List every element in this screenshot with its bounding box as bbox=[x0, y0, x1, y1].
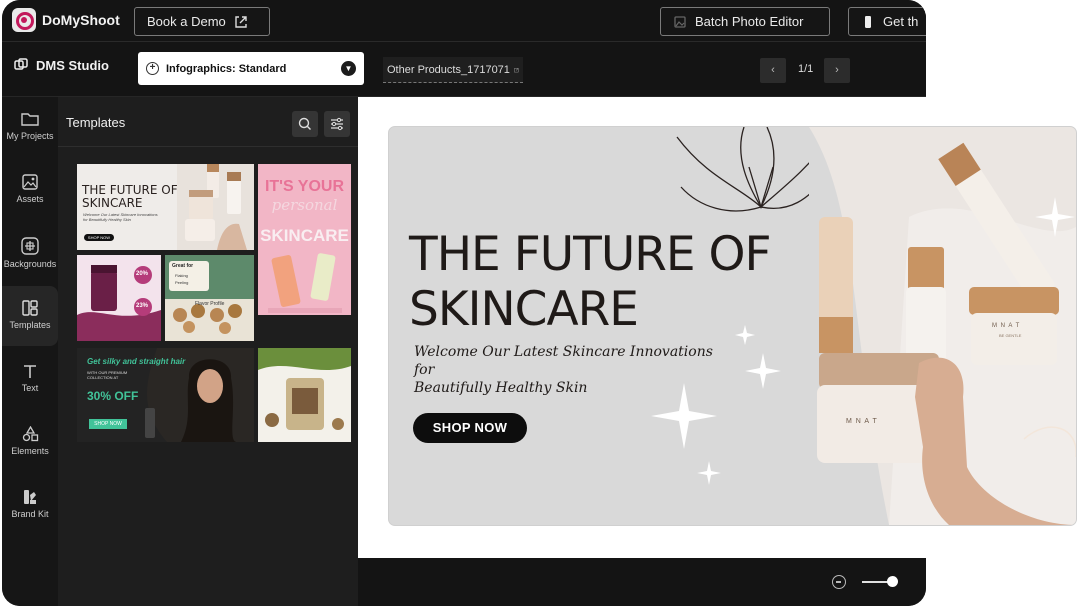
brand-logo[interactable]: DoMyShoot bbox=[12, 8, 120, 32]
thumb4-head: Great for bbox=[172, 263, 194, 269]
sidebar-item-brand-kit[interactable]: Brand Kit bbox=[2, 475, 58, 535]
panel-title: Templates bbox=[66, 115, 126, 130]
banner-headline-line-2: SKINCARE bbox=[409, 282, 639, 337]
filter-icon bbox=[331, 117, 343, 131]
canvas-footer bbox=[358, 558, 926, 606]
search-icon bbox=[298, 117, 311, 130]
sidebar-item-label: Backgrounds bbox=[3, 259, 57, 269]
thumb2-title-line-3: SKINCARE bbox=[260, 226, 349, 245]
page-indicator: 1/1 bbox=[798, 63, 814, 75]
thumb3-graphic bbox=[77, 255, 161, 341]
studio-title: DMS Studio bbox=[14, 58, 109, 73]
banner-subtitle-line-1: Welcome Our Latest Skincare Innovations … bbox=[414, 344, 713, 378]
thumb-title-line-2: SKINCARE bbox=[82, 196, 143, 210]
jar2-brand-label: M N A T bbox=[992, 323, 1021, 329]
thumb5-body: WITH OUR PREMIUM COLLECTION AT bbox=[87, 370, 128, 380]
sidebar-item-label: Templates bbox=[9, 320, 51, 330]
banner-preview[interactable]: M N A T M N A T BE GENTLE THE FUTURE OF … bbox=[389, 127, 1076, 525]
photo-editor-icon bbox=[674, 15, 686, 28]
sidebar-item-label: Assets bbox=[16, 194, 44, 204]
studio-icon bbox=[14, 58, 28, 70]
thumb5-shop-button: SHOP NOW bbox=[89, 419, 127, 429]
template-thumbnail-cookies[interactable]: Great for Flaking Peeling Flavor Profile bbox=[165, 255, 254, 341]
thumb2-product-photo bbox=[268, 253, 342, 313]
flower-illustration bbox=[676, 127, 830, 212]
brand-kit-icon bbox=[24, 490, 36, 504]
sidebar-item-label: Elements bbox=[11, 446, 49, 456]
sidebar-item-label: Brand Kit bbox=[11, 509, 49, 519]
zoom-out-icon[interactable] bbox=[832, 575, 846, 589]
banner-subtitle-line-2: Beautifully Healthy Skin bbox=[414, 380, 588, 396]
thumb-shop-button: SHOP NOW bbox=[84, 234, 114, 241]
template-type-select[interactable]: + Infographics: Standard ▼ bbox=[138, 52, 364, 85]
template-thumbnail-personal-skincare[interactable]: IT'S YOUR personal SKINCARE bbox=[258, 164, 351, 315]
add-circle-icon: + bbox=[146, 62, 159, 75]
thumb-product-photo bbox=[177, 164, 254, 250]
folder-icon bbox=[21, 113, 39, 126]
jar-brand-label: M N A T bbox=[846, 418, 878, 425]
prev-page-button[interactable]: ‹ bbox=[760, 58, 786, 83]
sidebar-item-assets[interactable]: Assets bbox=[2, 160, 58, 220]
shop-now-button[interactable]: SHOP NOW bbox=[413, 413, 527, 443]
elements-icon bbox=[22, 426, 38, 442]
banner-headline: THE FUTURE OF SKINCARE bbox=[409, 227, 839, 337]
phone-icon bbox=[865, 15, 871, 28]
template-thumbnail-skincare[interactable]: THE FUTURE OF SKINCARE Welcome Our Lates… bbox=[77, 164, 254, 250]
thumb2-title-line-1: IT'S YOUR bbox=[264, 178, 345, 195]
sidebar-item-my-projects[interactable]: My Projects bbox=[2, 97, 58, 157]
next-page-button[interactable]: › bbox=[824, 58, 850, 83]
product-name-field[interactable]: Other Products_1717071 bbox=[383, 57, 523, 83]
get-app-button[interactable]: Get th bbox=[848, 7, 926, 36]
sidebar-item-elements[interactable]: Elements bbox=[2, 412, 58, 472]
backgrounds-icon bbox=[21, 237, 39, 255]
thumb4-item-1: Flaking bbox=[175, 273, 188, 278]
batch-photo-editor-button[interactable]: Batch Photo Editor bbox=[660, 7, 830, 36]
zoom-slider-handle[interactable] bbox=[887, 576, 898, 587]
chevron-down-icon: ▼ bbox=[341, 61, 356, 76]
panel-divider bbox=[58, 146, 358, 147]
text-icon bbox=[24, 365, 36, 378]
sidebar-item-label: Text bbox=[21, 383, 39, 393]
banner-headline-line-1: THE FUTURE OF bbox=[409, 227, 772, 282]
template-thumbnail-herbal[interactable] bbox=[258, 348, 351, 442]
batch-photo-editor-label: Batch Photo Editor bbox=[695, 14, 804, 29]
edit-icon[interactable] bbox=[514, 64, 519, 76]
product-name-text: Other Products_1717071 bbox=[387, 63, 510, 76]
image-icon bbox=[22, 174, 38, 190]
sidebar-item-templates[interactable]: Templates bbox=[2, 286, 58, 346]
book-demo-label: Book a Demo bbox=[147, 14, 226, 29]
studio-name: DMS Studio bbox=[36, 58, 109, 73]
templates-panel: Templates THE FUTURE OF SKINCARE Welcome… bbox=[58, 97, 358, 606]
template-thumbnail-supplement[interactable]: 20% 23% bbox=[77, 255, 161, 341]
studio-toolbar: DMS Studio + Infographics: Standard ▼ Ot… bbox=[2, 42, 926, 97]
thumb4-item-2: Peeling bbox=[175, 280, 189, 285]
top-bar: DoMyShoot Book a Demo Batch Photo Editor… bbox=[2, 0, 926, 42]
thumb3-percent-2: 23% bbox=[136, 303, 149, 309]
left-sidebar: My Projects Assets Backgrounds Templates… bbox=[2, 97, 58, 606]
brand-name: DoMyShoot bbox=[42, 12, 120, 28]
banner-subtitle: Welcome Our Latest Skincare Innovations … bbox=[414, 343, 734, 397]
jar2-sub-label: BE GENTLE bbox=[999, 333, 1022, 338]
sidebar-item-backgrounds[interactable]: Backgrounds bbox=[2, 223, 58, 283]
thumb6-graphic bbox=[258, 348, 351, 442]
template-type-value: Infographics: Standard bbox=[166, 62, 287, 75]
thumb5-offer: 30% OFF bbox=[87, 389, 139, 403]
template-search-button[interactable] bbox=[292, 111, 318, 137]
thumb3-percent-1: 20% bbox=[136, 271, 149, 277]
book-demo-button[interactable]: Book a Demo bbox=[134, 7, 270, 36]
thumb-subtitle: Welcome Our Latest Skincare Innovations … bbox=[83, 212, 158, 222]
sidebar-item-text[interactable]: Text bbox=[2, 349, 58, 409]
get-app-label: Get th bbox=[883, 14, 919, 29]
thumb2-title-line-2: personal bbox=[271, 196, 338, 214]
logo-icon bbox=[12, 8, 36, 32]
template-filter-button[interactable] bbox=[324, 111, 350, 137]
thumb5-headline: Get silky and straight hair bbox=[87, 357, 186, 366]
sidebar-item-label: My Projects bbox=[6, 131, 54, 141]
thumb4-caption: Flavor Profile bbox=[195, 301, 225, 307]
external-link-icon bbox=[235, 15, 247, 28]
template-thumbnail-hair[interactable]: Get silky and straight hair WITH OUR PRE… bbox=[77, 348, 254, 442]
templates-icon bbox=[22, 300, 38, 316]
